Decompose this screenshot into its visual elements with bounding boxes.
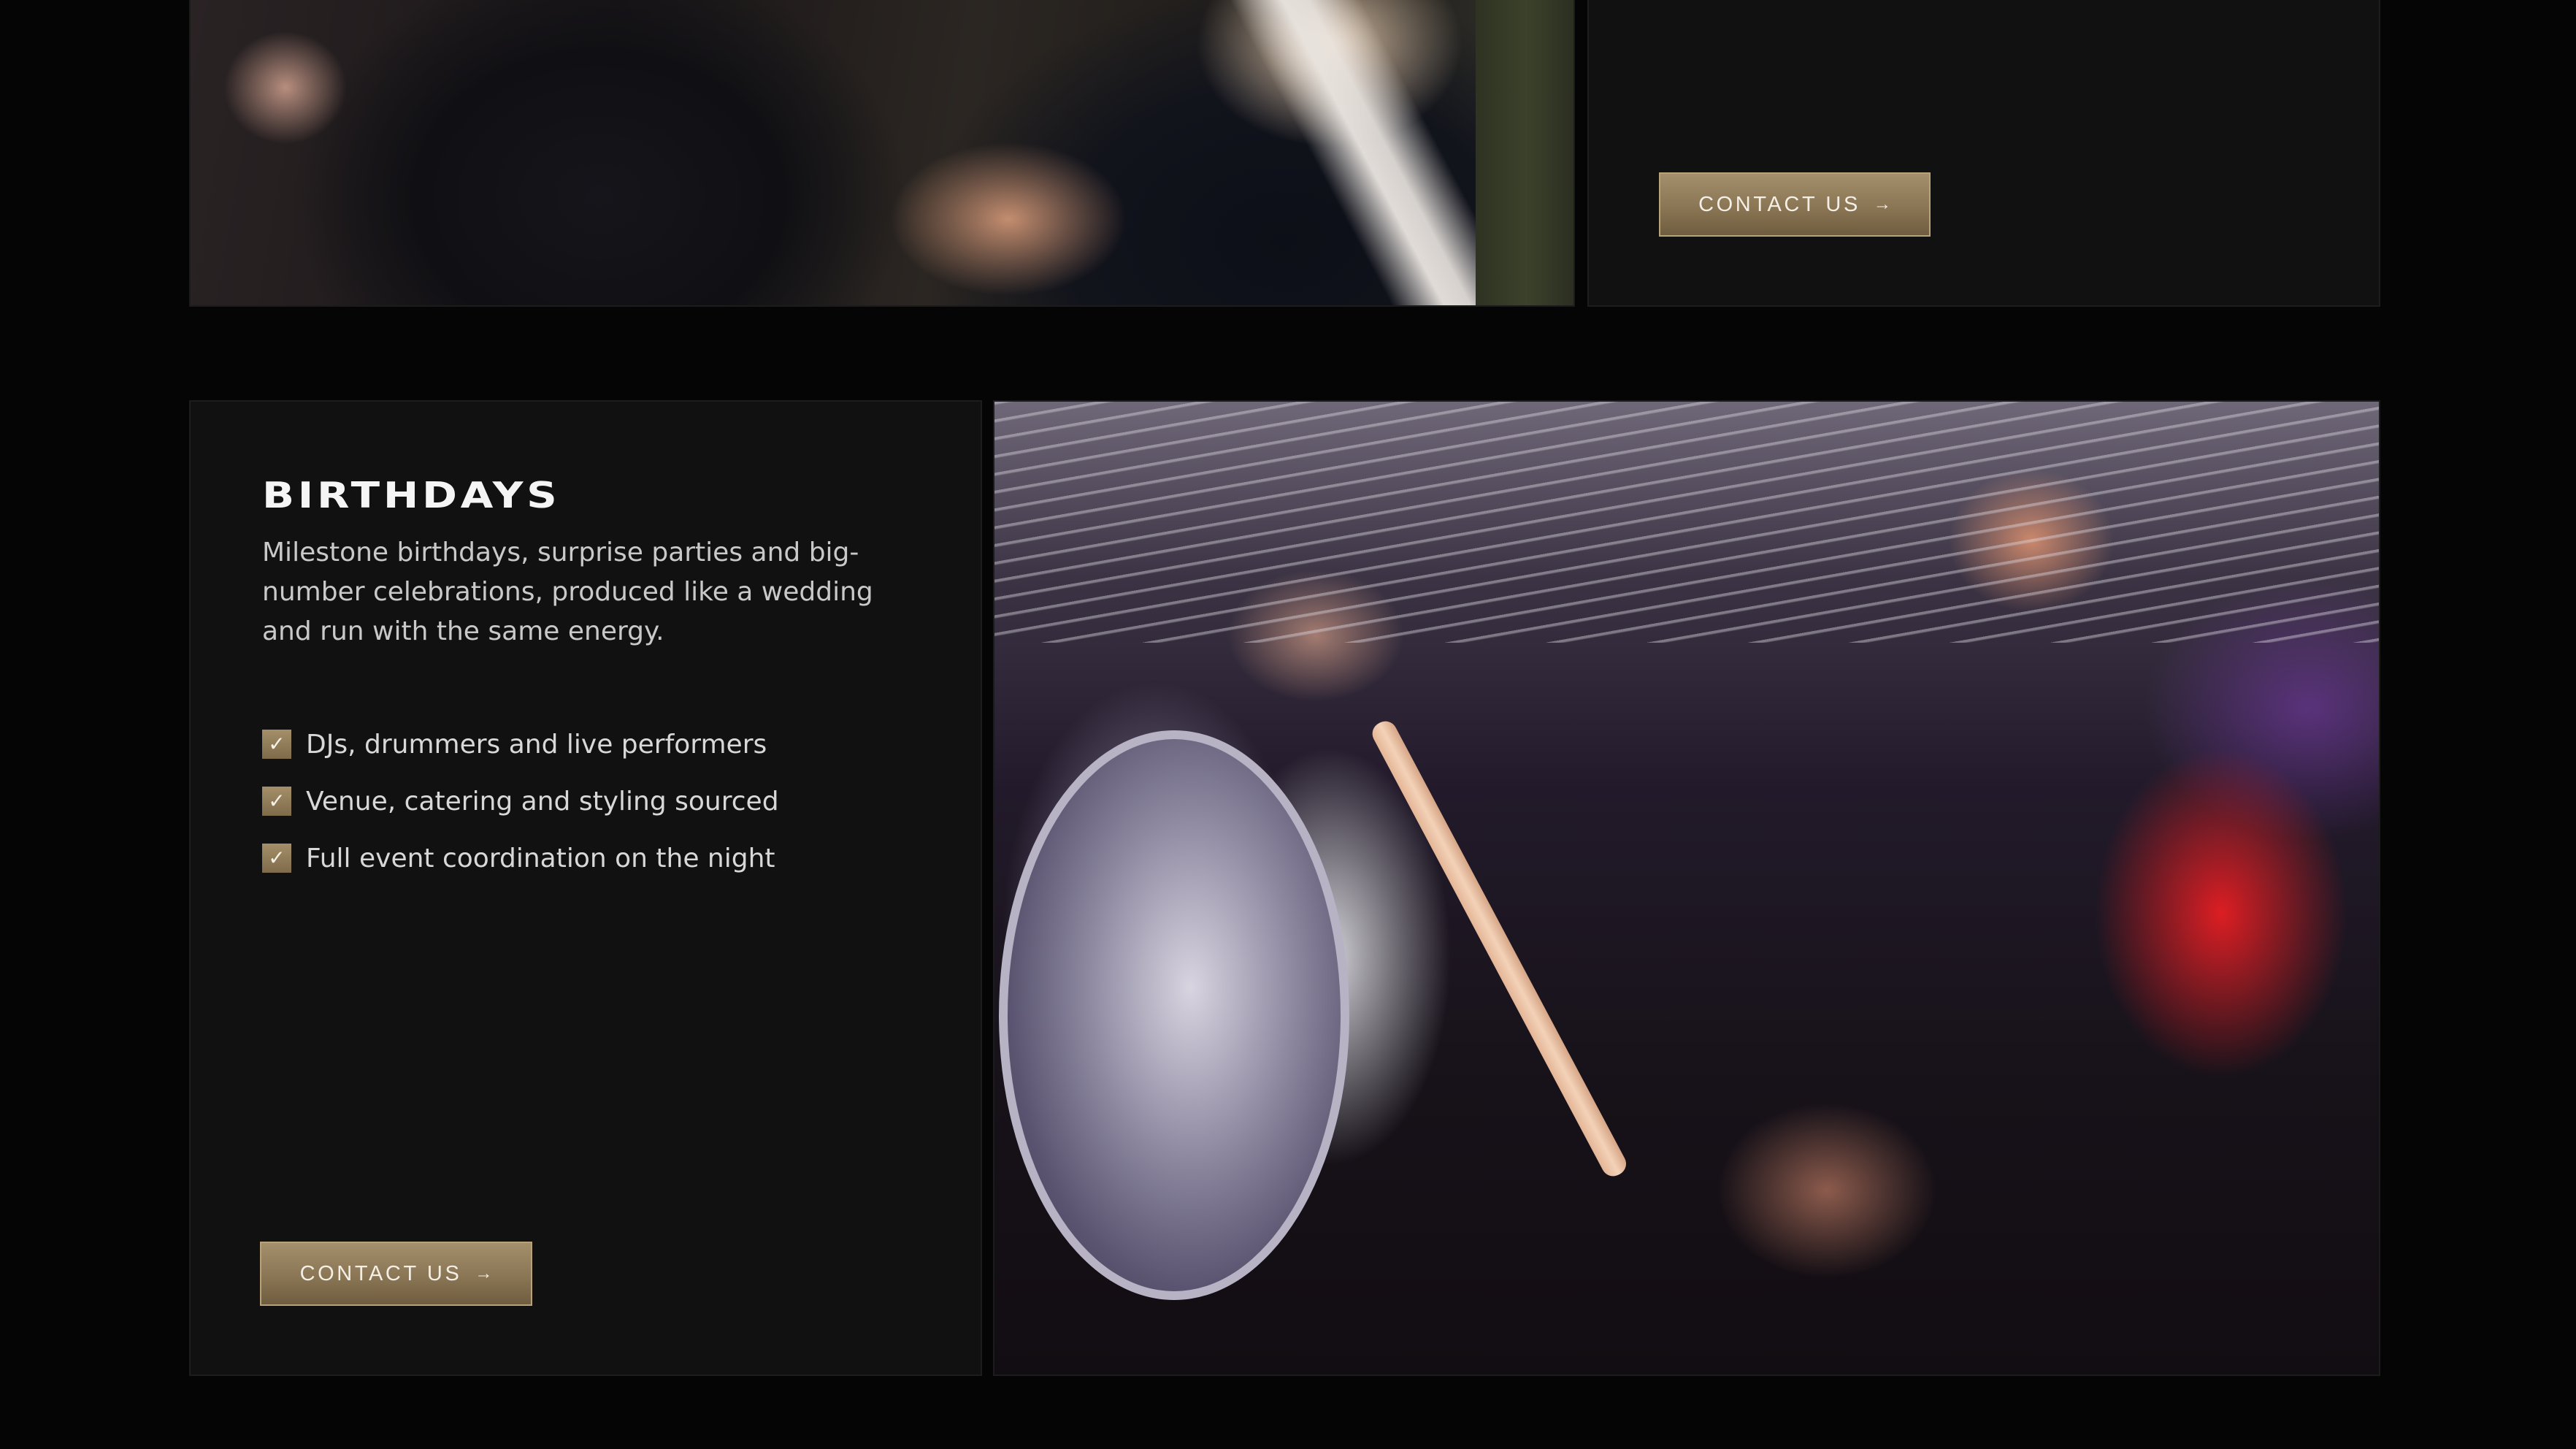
feature-item: ✓ DJs, drummers and live performers: [262, 716, 779, 773]
feature-text: Full event coordination on the night: [306, 843, 775, 873]
feature-item: ✓ Full event coordination on the night: [262, 830, 779, 887]
contact-us-label: CONTACT US: [299, 1261, 462, 1285]
section-description: Milestone birthdays, surprise parties an…: [262, 538, 873, 646]
birthdays-contact-us-button[interactable]: CONTACT US →: [260, 1242, 532, 1306]
contact-us-label: CONTACT US: [1698, 192, 1860, 216]
celebration-handshake-photo: [189, 0, 1575, 307]
check-icon: ✓: [262, 730, 291, 759]
feature-list: ✓ DJs, drummers and live performers ✓ Ve…: [262, 716, 779, 887]
page: CONTACT US → BIRTHDAYS Milestone birthda…: [0, 0, 2576, 1449]
birthdays-panel: BIRTHDAYS Milestone birthdays, surprise …: [189, 400, 982, 1376]
check-icon: ✓: [262, 787, 291, 816]
contact-us-button[interactable]: CONTACT US →: [1659, 172, 1931, 237]
photo-detail-drumstick: [1368, 717, 1630, 1181]
section-title: BIRTHDAYS: [262, 475, 561, 516]
feature-text: Venue, catering and styling sourced: [306, 786, 779, 817]
photo-detail-ceiling: [994, 402, 2379, 643]
feature-text: DJs, drummers and live performers: [306, 729, 767, 760]
photo-detail-guest-coat: [1476, 0, 1573, 305]
birthday-party-photo: [993, 400, 2380, 1376]
arrow-right-icon: →: [1873, 194, 1891, 214]
top-service-panel: [1587, 0, 2380, 307]
photo-detail-drum: [999, 730, 1349, 1300]
arrow-right-icon: →: [475, 1263, 493, 1283]
check-icon: ✓: [262, 844, 291, 873]
feature-item: ✓ Venue, catering and styling sourced: [262, 773, 779, 830]
